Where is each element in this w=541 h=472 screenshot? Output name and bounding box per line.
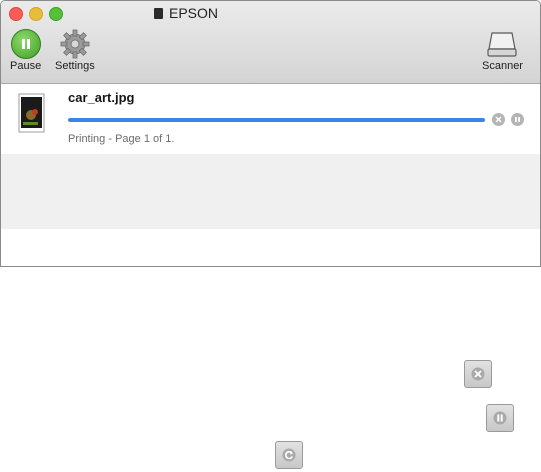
pause-icon (10, 29, 41, 59)
job-thumbnail (18, 93, 45, 133)
cancel-job-button[interactable] (492, 113, 505, 126)
settings-button[interactable]: Settings (55, 29, 95, 72)
minimize-window-button[interactable] (29, 7, 43, 21)
hold-job-button[interactable] (511, 113, 524, 126)
printer-icon (154, 7, 163, 19)
close-icon (495, 116, 502, 123)
job-progress-fill (68, 118, 485, 122)
cancel-x-icon (464, 360, 492, 388)
scanner-icon (487, 32, 518, 57)
gear-icon (60, 29, 90, 59)
zoom-window-button[interactable] (49, 7, 63, 21)
print-job-row[interactable]: car_art.jpg Printing - Page 1 of 1. (1, 84, 540, 154)
pause-label: Pause (10, 60, 42, 72)
window-title: EPSON (154, 4, 218, 22)
scanner-button[interactable]: Scanner (482, 29, 523, 72)
pause-icon (486, 404, 514, 432)
job-filename: car_art.jpg (68, 90, 135, 105)
pause-icon (515, 117, 520, 122)
refresh-icon (275, 441, 303, 469)
pause-printer-button[interactable]: Pause (10, 29, 41, 72)
settings-label: Settings (55, 60, 95, 72)
close-window-button[interactable] (9, 7, 23, 21)
window-title-text: EPSON (169, 5, 219, 21)
print-queue-window: EPSON Pause Settings Scanner car_art.jpg… (0, 0, 541, 267)
titlebar: EPSON Pause Settings Scanner (1, 1, 540, 84)
scanner-label: Scanner (482, 60, 523, 72)
job-status: Printing - Page 1 of 1. (68, 133, 175, 145)
job-progress-bar (68, 118, 485, 122)
empty-queue-row (1, 154, 540, 229)
